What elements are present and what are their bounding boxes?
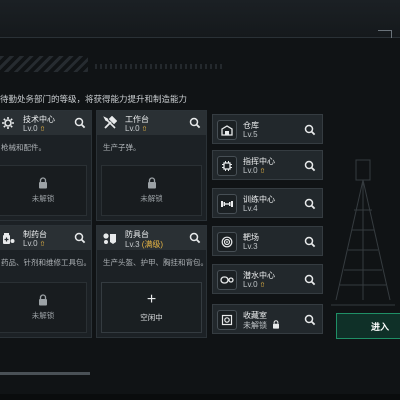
vault-icon (217, 310, 237, 330)
lock-icon (39, 177, 47, 189)
upgrade-arrow-icon: ⇧ (259, 282, 266, 289)
bottom-bar (0, 394, 400, 400)
search-icon[interactable] (188, 116, 202, 130)
card-level: Lv.0 ⇧ (23, 239, 46, 248)
craft-slot-idle[interactable]: + 空闲中 (101, 282, 202, 333)
workshop-card-pharmacy[interactable]: 制药台 Lv.0 ⇧ 药品、针剂和维修工具包。 未解锁 (0, 225, 92, 338)
facility-command-center[interactable]: 指挥中心 Lv.0 ⇧ (212, 150, 323, 180)
enter-button[interactable]: 进入 (336, 313, 400, 339)
base-structure-illustration (331, 159, 395, 306)
max-level-tag: (满级) (141, 240, 164, 249)
facility-level: Lv.0 ⇧ (243, 166, 266, 175)
card-level: Lv.0 ⇧ (125, 124, 148, 133)
decorative-ticks (95, 64, 225, 69)
corner-bracket (378, 30, 392, 38)
top-bar (0, 0, 400, 38)
search-icon[interactable] (303, 123, 317, 137)
search-icon[interactable] (303, 313, 317, 327)
search-icon[interactable] (73, 116, 87, 130)
upgrade-arrow-icon: ⇧ (39, 241, 46, 248)
craft-slot[interactable]: 未解锁 (0, 282, 87, 333)
craft-slot[interactable]: 未解锁 (0, 165, 87, 216)
gear-icon (0, 114, 17, 132)
search-icon[interactable] (188, 231, 202, 245)
card-level: Lv.3 (满级) (125, 240, 164, 249)
chip-icon (217, 156, 237, 176)
target-icon (217, 232, 237, 252)
workshop-card-tech[interactable]: 技术中心 Lv.0 ⇧ 枪械和配件。 未解锁 (0, 110, 92, 221)
facility-diving-center[interactable]: 潜水中心 Lv.0 ⇧ (212, 264, 323, 294)
facility-collection-room[interactable]: 收藏室 未解锁 (212, 304, 323, 334)
facility-level: Lv.0 ⇧ (243, 280, 266, 289)
workshop-card-armor[interactable]: 防具台 Lv.3 (满级) 生产头盔、护甲、胸挂和背包。 + 空闲中 (96, 225, 208, 338)
armor-icon (101, 229, 119, 247)
horizontal-scrollbar[interactable] (0, 372, 90, 375)
facility-training-center[interactable]: 训练中心 Lv.4 (212, 188, 323, 218)
upgrade-arrow-icon: ⇧ (39, 126, 46, 133)
page-description: 待勤处务部门的等级，将获得能力提升和制造能力 (0, 94, 188, 104)
plus-icon: + (146, 290, 157, 308)
facility-shooting-range[interactable]: 靶场 Lv.3 (212, 226, 323, 256)
warehouse-icon (217, 120, 237, 140)
facility-warehouse[interactable]: 仓库 Lv.5 (212, 114, 323, 144)
facility-level: 未解锁 (243, 320, 280, 331)
hammer-wrench-icon (101, 114, 119, 132)
lock-icon (147, 177, 156, 189)
search-icon[interactable] (303, 235, 317, 249)
facility-level: Lv.3 (243, 242, 258, 251)
facility-level: Lv.4 (243, 204, 258, 213)
card-level: Lv.0 ⇧ (23, 124, 46, 133)
search-icon[interactable] (303, 273, 317, 287)
dumbbell-icon (217, 194, 237, 214)
workshop-card-workbench[interactable]: 工作台 Lv.0 ⇧ 生产子弹。 未解锁 (96, 110, 207, 221)
lock-icon (39, 294, 47, 306)
search-icon[interactable] (303, 197, 317, 211)
search-icon[interactable] (73, 231, 87, 245)
decorative-hatch (0, 56, 88, 72)
craft-slot[interactable]: 未解锁 (101, 165, 202, 216)
medicine-icon (0, 229, 17, 247)
search-icon[interactable] (303, 159, 317, 173)
lock-icon (273, 320, 280, 329)
diving-icon (217, 270, 237, 290)
upgrade-arrow-icon: ⇧ (259, 168, 266, 175)
facility-level: Lv.5 (243, 130, 258, 139)
card-description: 药品、针剂和维修工具包。 (1, 258, 91, 267)
card-description: 生产头盔、护甲、胸挂和背包。 (103, 258, 208, 267)
card-description: 生产子弹。 (103, 143, 141, 152)
upgrade-arrow-icon: ⇧ (141, 126, 148, 133)
card-description: 枪械和配件。 (1, 143, 46, 152)
